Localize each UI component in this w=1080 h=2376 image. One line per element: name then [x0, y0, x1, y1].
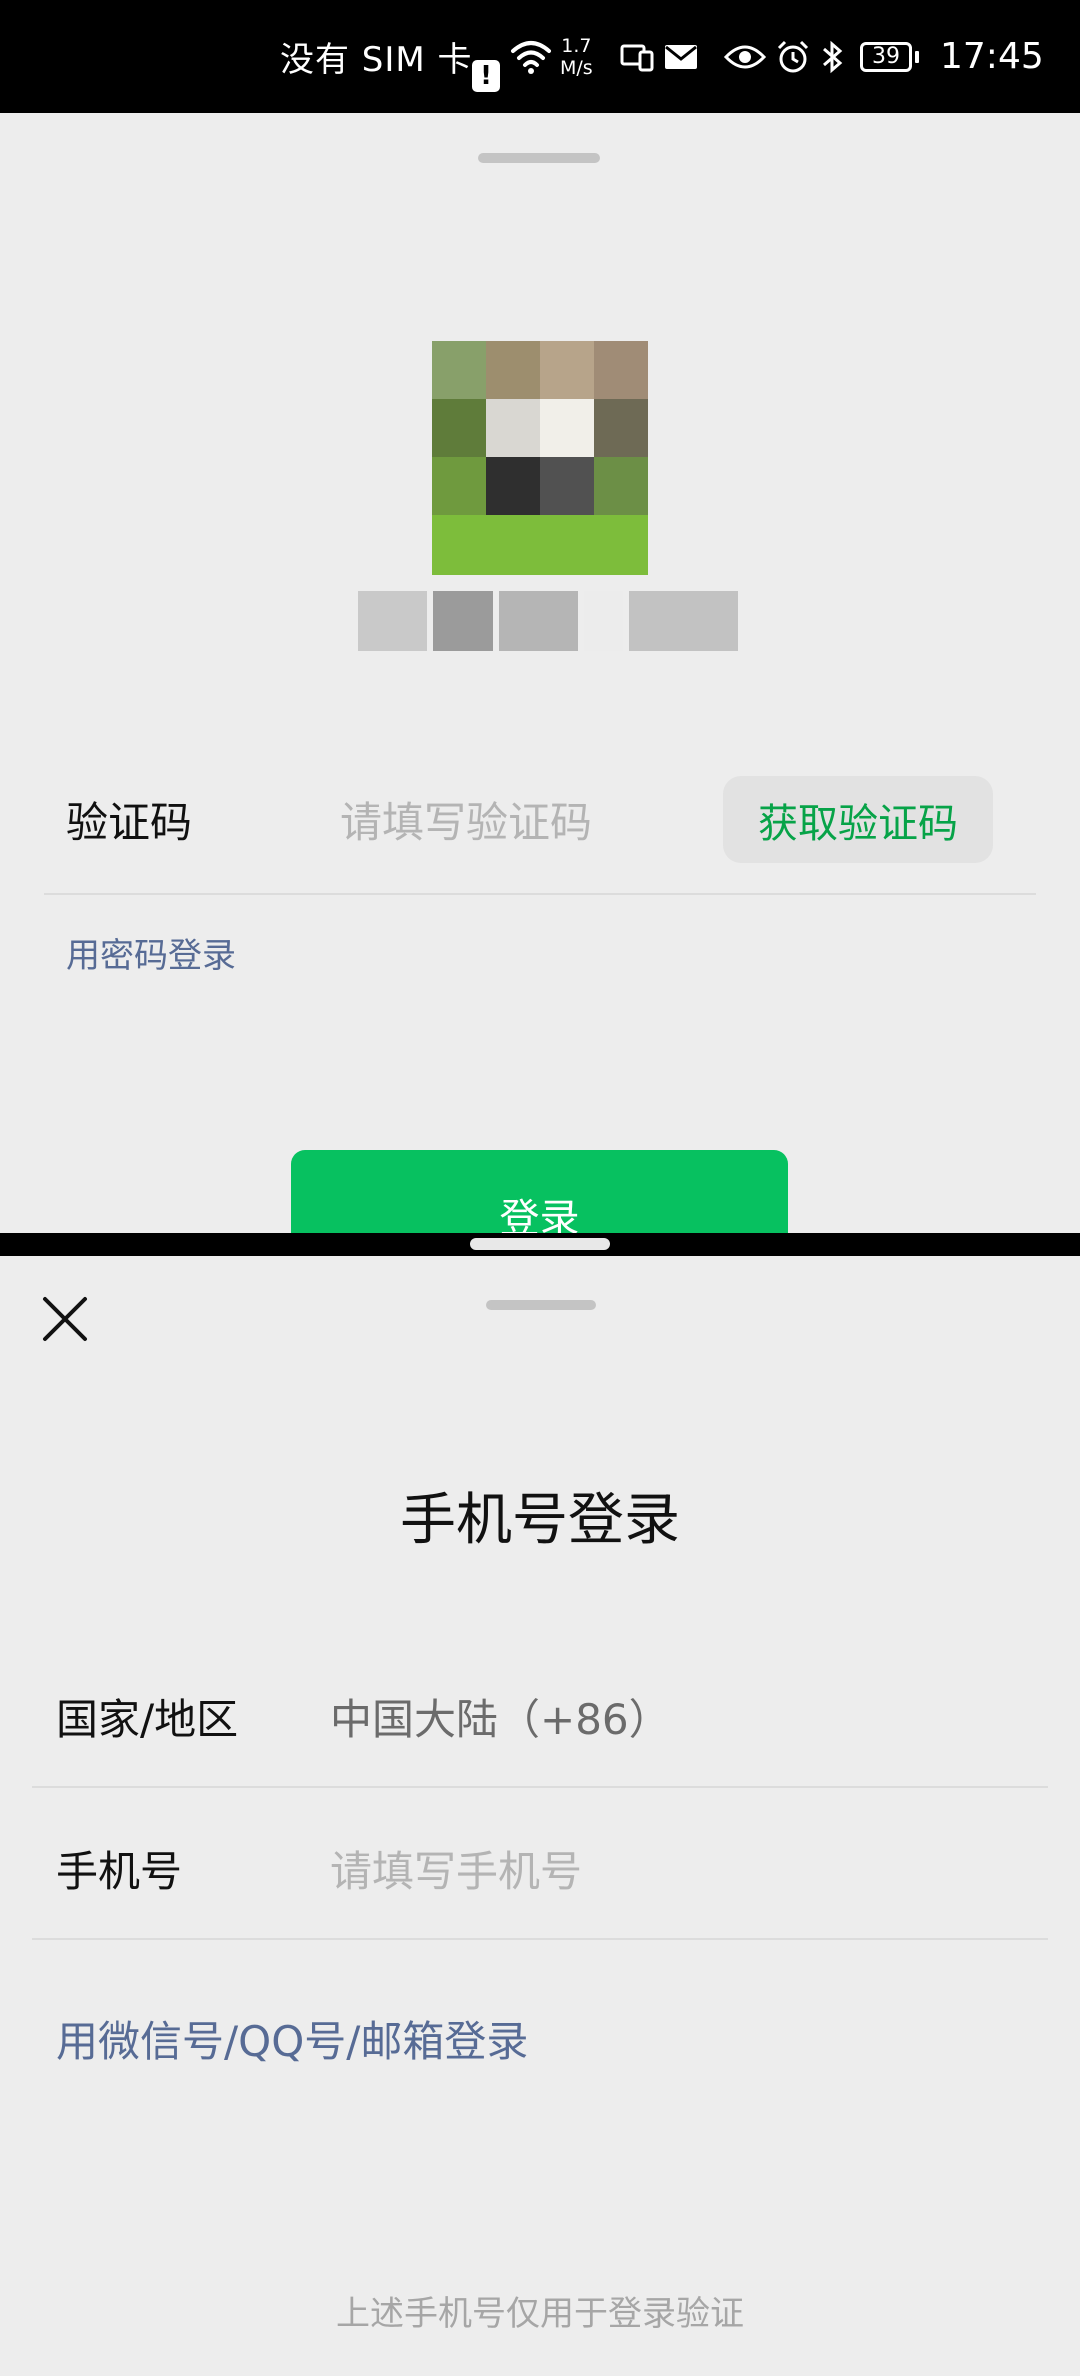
battery-icon: 39: [860, 0, 919, 113]
footer-note: 上述手机号仅用于登录验证: [336, 2294, 744, 2334]
network-speed-unit: M/s: [560, 56, 593, 79]
code-label: 验证码: [66, 798, 193, 847]
sheet-drag-handle[interactable]: [478, 153, 600, 163]
battery-level: 39: [860, 41, 912, 72]
mail-icon: [664, 0, 698, 113]
divider: [32, 1786, 1048, 1788]
region-label: 国家/地区: [56, 1695, 239, 1744]
clock: 17:45: [940, 36, 1044, 77]
close-icon[interactable]: [42, 1296, 88, 1342]
get-code-button[interactable]: 获取验证码: [723, 776, 993, 863]
password-login-link[interactable]: 用密码登录: [66, 928, 236, 977]
sheet-drag-handle[interactable]: [486, 1300, 596, 1310]
network-speed: 1.7 M/s: [560, 0, 593, 113]
phone-input[interactable]: 请填写手机号: [330, 1838, 582, 1899]
split-screen-handle[interactable]: [470, 1238, 610, 1250]
divider: [32, 1938, 1048, 1940]
network-speed-value: 1.7: [561, 34, 592, 57]
phone-label: 手机号: [56, 1847, 183, 1896]
alarm-icon: [775, 0, 811, 113]
verification-login-pane: 验证码 请填写验证码 获取验证码 用密码登录 登录: [0, 113, 1080, 1233]
sim-warning-icon: !: [472, 60, 500, 92]
divider: [44, 893, 1036, 895]
code-input[interactable]: 请填写验证码: [340, 789, 592, 850]
wifi-icon: [510, 0, 552, 113]
status-bar: 没有 SIM 卡 ! 1.7 M/s 39 17:45: [0, 0, 1080, 113]
eye-comfort-icon: [724, 0, 766, 113]
bluetooth-icon: [820, 0, 844, 113]
carrier-text: 没有 SIM 卡: [280, 40, 473, 80]
account-name-redacted: [358, 591, 738, 651]
page-title: 手机号登录: [400, 1488, 680, 1553]
region-selector[interactable]: 中国大陆（+86）: [330, 1686, 671, 1747]
screencast-icon: [620, 0, 654, 113]
avatar: [432, 341, 648, 575]
alt-login-link[interactable]: 用微信号/QQ号/邮箱登录: [56, 2008, 528, 2069]
login-button[interactable]: 登录: [291, 1150, 788, 1233]
phone-login-pane: [0, 1256, 1080, 2376]
